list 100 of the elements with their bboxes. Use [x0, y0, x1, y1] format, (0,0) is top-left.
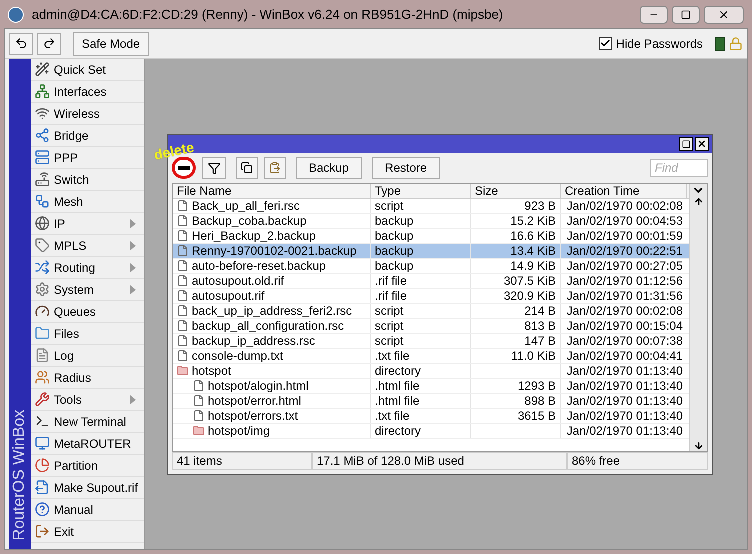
filter-button[interactable] [202, 157, 226, 179]
table-cell: Back_up_all_feri.rsc [173, 199, 371, 213]
pie-chart-icon [35, 458, 50, 473]
table-cell: 1293 B [471, 379, 561, 393]
file-row[interactable]: auto-before-reset.backup backup 14.9 KiB Jan/02/1970 00:27:05 [173, 259, 689, 274]
table-cell-text: Jan/02/1970 00:04:53 [566, 214, 684, 228]
sidebar-item[interactable]: Routing [31, 257, 144, 279]
sidebar-item[interactable]: Queues [31, 301, 144, 323]
close-button[interactable] [695, 137, 709, 151]
table-cell: .rif file [371, 289, 471, 303]
sidebar-item[interactable]: Make Supout.rif [31, 477, 144, 499]
scroll-down-icon[interactable] [694, 441, 704, 451]
sidebar-item[interactable]: Bridge [31, 125, 144, 147]
column-header[interactable]: Creation Time [561, 184, 687, 198]
users-icon [35, 370, 50, 385]
maximize-icon [681, 10, 691, 20]
sidebar-item[interactable]: New Terminal [31, 411, 144, 433]
sidebar-item[interactable]: Manual [31, 499, 144, 521]
table-cell: auto-before-reset.backup [173, 259, 371, 273]
wand-icon [35, 62, 50, 77]
column-header[interactable]: Type [371, 184, 471, 198]
file-row[interactable]: hotspot/errors.txt .txt file 3615 B Jan/02/1970 01:13:40 [173, 409, 689, 424]
file-row[interactable]: Back_up_all_feri.rsc script 923 B Jan/02/1970 00:02:08 [173, 199, 689, 214]
sidebar-item[interactable]: Mesh [31, 191, 144, 213]
sidebar-item[interactable]: MetaROUTER [31, 433, 144, 455]
redo-button[interactable] [37, 32, 61, 54]
sidebar-item[interactable]: Interfaces [31, 81, 144, 103]
hide-passwords-checkbox[interactable] [599, 37, 612, 50]
table-cell: backup_all_configuration.rsc [173, 319, 371, 333]
table-cell: hotspot [173, 364, 371, 378]
close-icon [697, 139, 707, 149]
file-row[interactable]: autosupout.rif .rif file 320.9 KiB Jan/02/1970 01:31:56 [173, 289, 689, 304]
sidebar-item[interactable]: System [31, 279, 144, 301]
table-cell-text: Jan/02/1970 01:13:40 [566, 409, 684, 423]
close-button[interactable] [704, 6, 744, 24]
table-cell: backup [371, 214, 471, 228]
sidebar-item[interactable]: IP [31, 213, 144, 235]
sidebar-item[interactable]: PPP [31, 147, 144, 169]
table-cell-text: Jan/02/1970 01:12:56 [566, 274, 684, 288]
submenu-arrow-icon [130, 284, 136, 294]
file-row[interactable]: backup_all_configuration.rsc script 813 B Jan/02/1970 00:15:04 [173, 319, 689, 334]
file-row[interactable]: hotspot/img directory Jan/02/1970 01:13:40 [173, 424, 689, 439]
file-row[interactable]: hotspot directory Jan/02/1970 01:13:40 [173, 364, 689, 379]
table-cell: script [371, 319, 471, 333]
table-cell: 3615 B [471, 409, 561, 423]
table-cell: autosupout.rif [173, 289, 371, 303]
gauge-icon [35, 304, 50, 319]
column-header[interactable]: File Name [173, 184, 371, 198]
table-cell: 14.9 KiB [471, 259, 561, 273]
table-cell: backup [371, 244, 471, 258]
table-cell: 923 B [471, 199, 561, 213]
table-cell: directory [371, 364, 471, 378]
table-cell: hotspot/img [173, 424, 371, 438]
action-button[interactable]: Restore [372, 157, 440, 179]
file-row[interactable]: console-dump.txt .txt file 11.0 KiB Jan/02/1970 00:04:41 [173, 349, 689, 364]
minus-icon [178, 166, 190, 170]
sidebar-item[interactable]: Radius [31, 367, 144, 389]
table-cell-text: Jan/02/1970 01:13:40 [566, 379, 684, 393]
sidebar-item[interactable]: Quick Set [31, 59, 144, 81]
sidebar-item[interactable]: Switch [31, 169, 144, 191]
file-row[interactable]: Renny-19700102-0021.backup backup 13.4 KiB Jan/02/1970 00:22:51 [173, 244, 689, 259]
scroll-up-icon[interactable] [694, 197, 704, 207]
undo-icon [14, 37, 28, 50]
close-icon [718, 9, 730, 21]
maximize-icon [682, 140, 690, 148]
submenu-arrow-icon [130, 394, 136, 404]
sidebar-item[interactable]: Wireless [31, 103, 144, 125]
sidebar-item[interactable]: Exit [31, 521, 144, 543]
find-field[interactable]: Find [650, 159, 708, 177]
file-row[interactable]: backup_ip_address.rsc script 147 B Jan/02/1970 00:07:38 [173, 334, 689, 349]
safe-mode-button[interactable]: Safe Mode [73, 32, 150, 56]
maximize-button[interactable] [679, 137, 693, 151]
sidebar-item[interactable]: Log [31, 345, 144, 367]
gear-icon [35, 282, 50, 297]
status-bar-field: 86% free [567, 452, 708, 470]
file-row[interactable]: back_up_ip_address_feri2.rsc script 214 B Jan/02/1970 00:02:08 [173, 304, 689, 319]
brand-label: RouterOS WinBox [10, 410, 29, 541]
sidebar-item[interactable]: MPLS [31, 235, 144, 257]
submenu-arrow-icon [130, 240, 136, 250]
undo-button[interactable] [9, 32, 33, 54]
file-row[interactable]: autosupout.old.rif .rif file 307.5 KiB Jan/02/1970 01:12:56 [173, 274, 689, 289]
paste-button[interactable] [264, 157, 286, 179]
file-icon [177, 230, 189, 242]
submenu-arrow-icon [130, 218, 136, 228]
sidebar-item[interactable]: Tools [31, 389, 144, 411]
file-row[interactable]: hotspot/alogin.html .html file 1293 B Jan/02/1970 01:13:40 [173, 379, 689, 394]
sidebar-item[interactable]: Files [31, 323, 144, 345]
file-icon [177, 320, 189, 332]
document-icon [35, 348, 50, 363]
table-cell-text: Jan/02/1970 00:01:59 [566, 229, 684, 243]
copy-button[interactable] [236, 157, 258, 179]
sidebar-item[interactable]: Partition [31, 455, 144, 477]
maximize-button[interactable] [672, 6, 700, 24]
table-cell-text: Jan/02/1970 00:07:38 [566, 334, 684, 348]
file-row[interactable]: Backup_coba.backup backup 15.2 KiB Jan/02/1970 00:04:53 [173, 214, 689, 229]
file-row[interactable]: hotspot/error.html .html file 898 B Jan/02/1970 01:13:40 [173, 394, 689, 409]
table-cell: console-dump.txt [173, 349, 371, 363]
copy-icon [241, 162, 253, 174]
column-header[interactable]: Size [471, 184, 561, 198]
action-button[interactable]: Backup [296, 157, 362, 179]
